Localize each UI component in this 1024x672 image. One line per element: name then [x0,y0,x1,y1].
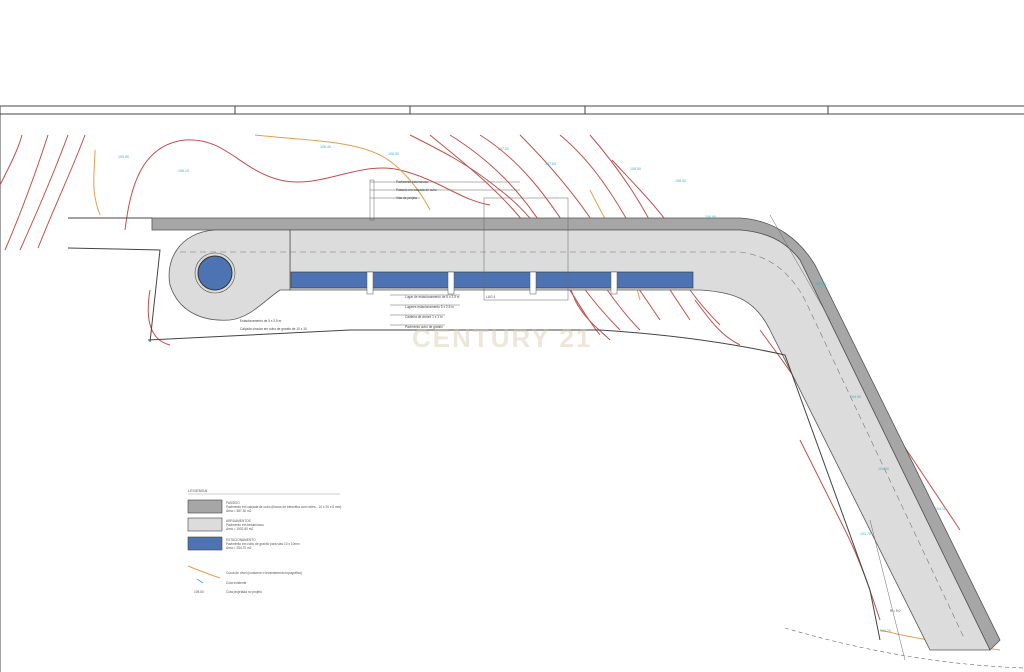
roundabout-island [197,255,233,291]
legend-line-1: Cota existente [226,581,247,585]
curve-label: R = 9.0 [890,609,901,613]
callout-3: Lugar de estacionamento de 5 x 2.5 m [405,295,460,299]
svg-text:103.70: 103.70 [860,532,871,536]
callout-5: Caldeira de árvore 1 x 1 m [405,315,443,319]
svg-text:103.20: 103.20 [880,629,891,633]
legend-contour-line [187,565,221,579]
svg-text:105.80: 105.80 [118,155,129,159]
legend-line-2: Cota projetada no projeto [226,590,262,594]
legend: LEGENDA PASSEIO Pavimento em calçada de … [187,488,341,594]
svg-text:109.30: 109.30 [815,282,826,286]
svg-text:106.90: 106.90 [388,152,399,156]
watermark: CENTURY 21 [412,323,592,353]
legend-existing-elev-mark [196,578,204,584]
legend-item-1-area: Área = 1932.80 m2 [226,527,253,531]
parking-strip [290,271,694,289]
legend-title: LEGENDA [188,488,207,493]
legend-line-0: Curva de nível (conforme o levantamento … [226,571,302,575]
legend-swatch-road [187,517,223,532]
legend-swatch-sidewalk [187,499,223,514]
svg-text:108.40: 108.40 [675,179,686,183]
roundabout-label-2: Calçada circular em cubo de granito de 1… [240,327,307,331]
parking-note: LUG 4 [486,295,495,299]
legend-line-2-code: 105.60 [194,590,204,594]
svg-text:108.00: 108.00 [630,167,641,171]
callout-1: Passeio em calçada de cubo [396,188,437,192]
road-network [67,217,1001,651]
svg-text:106.10: 106.10 [178,169,189,173]
legend-item-0-area: Área = 387.30 m2 [226,509,252,513]
roundabout-label: Estacionamento de 5 x 2.5 m [240,319,282,323]
svg-text:107.60: 107.60 [545,162,556,166]
svg-text:104.50: 104.50 [878,467,889,471]
callout-0: Pavimento betuminoso [396,180,429,184]
svg-text:108.90: 108.90 [705,215,716,219]
svg-text:104.90: 104.90 [850,395,861,399]
callout-2: Vias de projeto [396,196,417,200]
legend-swatch-parking [187,536,223,551]
svg-text:107.20: 107.20 [498,147,509,151]
svg-text:106.40: 106.40 [320,145,331,149]
legend-item-2-area: Área = 254.70 m2 [226,546,252,550]
callout-4: Lugares estacionamento 5 x 2.5 m [405,305,454,309]
svg-text:104.10: 104.10 [935,507,946,511]
road-surface [289,229,991,651]
site-plan-drawing: Pavimento betuminoso Passeio em calçada … [0,105,1024,672]
